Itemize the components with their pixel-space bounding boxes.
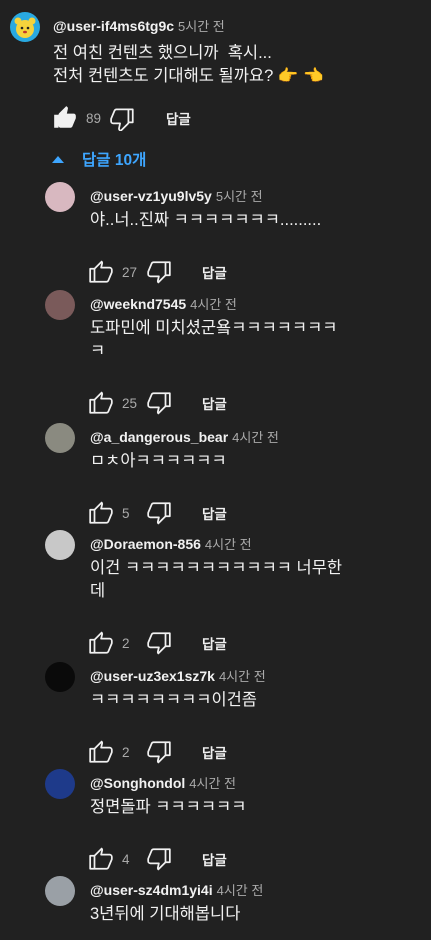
like-icon[interactable] [52, 105, 78, 131]
replies-count-label: 답글 10개 [82, 152, 147, 169]
caret-up-icon [52, 155, 64, 163]
like-count: 89 [86, 110, 102, 126]
like-icon[interactable] [88, 500, 114, 526]
comment-time[interactable]: 4시간 전 [232, 430, 279, 445]
comment-text: 정면돌파 ㅋㅋㅋㅋㅋㅋ [90, 798, 247, 816]
reply-button[interactable]: 답글 [202, 393, 227, 413]
like-count: 5 [122, 505, 130, 521]
comment-author[interactable]: @user-if4ms6tg9c [53, 18, 174, 34]
like-icon[interactable] [88, 739, 114, 765]
comment-text: ㅋㅋㅋㅋㅋㅋㅋㅋ이건좀 [90, 691, 257, 709]
like-icon[interactable] [88, 846, 114, 872]
comment-author[interactable]: @weeknd7545 [90, 296, 186, 312]
dislike-icon[interactable] [146, 739, 172, 765]
replies-toggle[interactable]: 답글 10개 [52, 148, 146, 170]
comment-author[interactable]: @Songhondol [90, 775, 185, 791]
dislike-icon[interactable] [110, 105, 136, 131]
comment-time[interactable]: 4시간 전 [190, 297, 237, 312]
comment-time[interactable]: 4시간 전 [219, 669, 266, 684]
like-count: 2 [122, 635, 130, 651]
reply-button[interactable]: 답글 [202, 849, 227, 869]
comment-author[interactable]: @Doraemon-856 [90, 536, 201, 552]
comment-text: 전 여친 컨텐츠 했으니까 혹시... 전처 컨텐츠도 기대해도 될까요? 👉 … [53, 44, 324, 85]
comment-author[interactable]: @user-uz3ex1sz7k [90, 668, 215, 684]
avatar[interactable] [45, 769, 75, 799]
like-count: 2 [122, 744, 130, 760]
comment-time[interactable]: 5시간 전 [178, 19, 225, 34]
comment-text: 이건 ㅋㅋㅋㅋㅋㅋㅋㅋㅋㅋㅋ 너무한 데 [90, 559, 343, 600]
comment-text: ㅁㅊ아ㅋㅋㅋㅋㅋㅋ [90, 452, 227, 470]
comment-time[interactable]: 4시간 전 [217, 883, 264, 898]
avatar[interactable] [45, 876, 75, 906]
comment-time[interactable]: 4시간 전 [189, 776, 236, 791]
reply-button[interactable]: 답글 [166, 108, 191, 128]
like-icon[interactable] [88, 259, 114, 285]
avatar[interactable] [10, 12, 40, 42]
comment-text: 3년뒤에 기대해봅니다 [90, 905, 241, 923]
avatar[interactable] [45, 530, 75, 560]
dislike-icon[interactable] [146, 846, 172, 872]
avatar[interactable] [45, 423, 75, 453]
like-count: 25 [122, 395, 138, 411]
avatar[interactable] [45, 290, 75, 320]
comment-time[interactable]: 4시간 전 [205, 537, 252, 552]
dislike-icon[interactable] [146, 390, 172, 416]
avatar[interactable] [45, 662, 75, 692]
comment-author[interactable]: @a_dangerous_bear [90, 429, 228, 445]
like-count: 27 [122, 264, 138, 280]
like-count: 4 [122, 851, 130, 867]
like-icon[interactable] [88, 390, 114, 416]
like-icon[interactable] [88, 630, 114, 656]
reply-button[interactable]: 답글 [202, 742, 227, 762]
comment-author[interactable]: @user-vz1yu9lv5y [90, 188, 212, 204]
comment-time[interactable]: 5시간 전 [216, 189, 263, 204]
comment-author[interactable]: @user-sz4dm1yi4i [90, 882, 213, 898]
dislike-icon[interactable] [146, 259, 172, 285]
dislike-icon[interactable] [146, 500, 172, 526]
avatar[interactable] [45, 182, 75, 212]
reply-button[interactable]: 답글 [202, 503, 227, 523]
reply-button[interactable]: 답글 [202, 262, 227, 282]
dislike-icon[interactable] [146, 630, 172, 656]
reply-button[interactable]: 답글 [202, 633, 227, 653]
comment-text: 야..너..진짜 ㅋㅋㅋㅋㅋㅋㅋ......... [90, 211, 322, 229]
comment-text: 도파민에 미치셨군욬ㅋㅋㅋㅋㅋㅋㅋ ㅋ [90, 319, 338, 360]
